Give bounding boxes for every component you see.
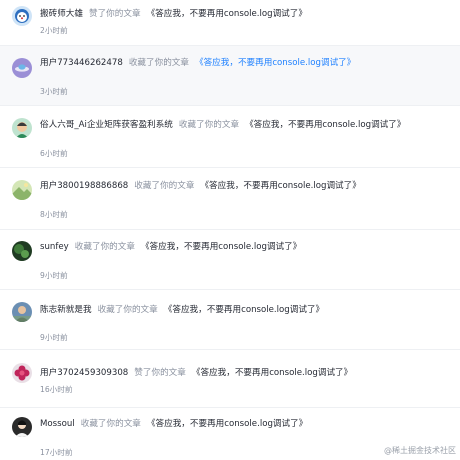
action-text: 收藏了你的文章: [178, 120, 240, 130]
article-link[interactable]: 《答应我，不要再用console.log调试了》: [147, 419, 307, 429]
action-text: 收藏了你的文章: [134, 181, 195, 191]
timestamp: 3小时前: [40, 87, 68, 96]
action-text: 赞了你的文章: [134, 368, 186, 378]
timestamp: 9小时前: [40, 333, 68, 342]
notification-item[interactable]: 用户3702459309308 赞了你的文章 《答应我，不要再用console.lo…: [0, 350, 460, 408]
user-name[interactable]: Mossoul: [40, 419, 75, 429]
article-link[interactable]: 《答应我，不要再用console.log调试了》: [245, 120, 405, 130]
action-text: 赞了你的文章: [88, 9, 141, 19]
user-name[interactable]: 用户3702459309308: [40, 368, 128, 378]
user-name[interactable]: 搬砖师大雄: [40, 9, 83, 19]
timestamp: 17小时前: [40, 448, 73, 457]
action-text: 收藏了你的文章: [74, 242, 135, 252]
action-text: 收藏了你的文章: [80, 419, 141, 429]
user-name[interactable]: sunfey: [40, 242, 69, 252]
timestamp: 6小时前: [40, 149, 68, 158]
timestamp: 2小时前: [40, 26, 68, 35]
notification-item[interactable]: 俗人六哥_Ai企业矩阵获客盈利系统 收藏了你的文章 《答应我，不要再用console…: [0, 106, 460, 168]
flower-avatar-icon[interactable]: [12, 363, 32, 383]
character-avatar-icon[interactable]: [12, 118, 32, 138]
notification-list: 搬砖师大雄 赞了你的文章 《答应我，不要再用console.log调试了》 2小时前…: [0, 0, 460, 460]
ufo-avatar-icon[interactable]: [12, 58, 32, 78]
user-name[interactable]: 俗人六哥_Ai企业矩阵获客盈利系统: [40, 120, 173, 130]
article-link[interactable]: 《答应我，不要再用console.log调试了》: [141, 242, 301, 252]
landscape-avatar-icon[interactable]: [12, 180, 32, 200]
action-text: 收藏了你的文章: [128, 58, 189, 68]
article-link[interactable]: 《答应我，不要再用console.log调试了》: [192, 368, 352, 378]
notification-item[interactable]: 陈志新就是我 收藏了你的文章 《答应我，不要再用console.log调试了》 9小…: [0, 290, 460, 350]
notification-item[interactable]: 用户773446262478 收藏了你的文章 《答应我，不要再用console.lo…: [0, 46, 460, 106]
timestamp: 16小时前: [40, 385, 73, 394]
user-name[interactable]: 陈志新就是我: [40, 305, 92, 315]
nature-avatar-icon[interactable]: [12, 241, 32, 261]
user-name[interactable]: 用户773446262478: [40, 58, 123, 68]
timestamp: 8小时前: [40, 210, 68, 219]
timestamp: 9小时前: [40, 271, 68, 280]
photo-avatar-icon[interactable]: [12, 302, 32, 322]
cartoon-avatar-icon[interactable]: [12, 6, 32, 26]
article-link[interactable]: 《答应我，不要再用console.log调试了》: [195, 58, 355, 68]
article-link[interactable]: 《答应我，不要再用console.log调试了》: [147, 9, 307, 19]
notification-item[interactable]: 搬砖师大雄 赞了你的文章 《答应我，不要再用console.log调试了》 2小时前: [0, 0, 460, 46]
action-text: 收藏了你的文章: [97, 305, 158, 315]
notification-item[interactable]: 用户3800198886868 收藏了你的文章 《答应我，不要再用console.l…: [0, 168, 460, 230]
notification-item[interactable]: sunfey 收藏了你的文章 《答应我，不要再用console.log调试了》 9小…: [0, 230, 460, 290]
portrait-avatar-icon[interactable]: [12, 417, 32, 437]
article-link[interactable]: 《答应我，不要再用console.log调试了》: [200, 181, 360, 191]
watermark: @稀土掘金技术社区: [384, 446, 456, 455]
user-name[interactable]: 用户3800198886868: [40, 181, 128, 191]
article-link[interactable]: 《答应我，不要再用console.log调试了》: [164, 305, 324, 315]
